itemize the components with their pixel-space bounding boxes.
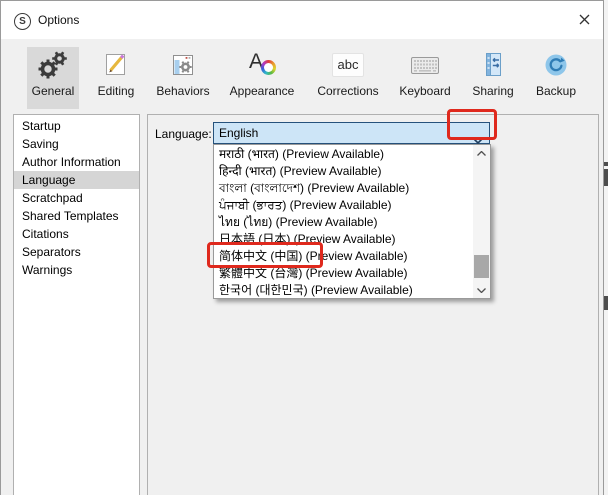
language-option-label: 日本語 (日本) (Preview Available)	[219, 232, 396, 246]
tab-behaviors[interactable]: Behaviors	[150, 47, 216, 109]
sidebar-item-label: Separators	[22, 245, 81, 259]
language-option-label: 한국어 (대한민국) (Preview Available)	[219, 283, 413, 297]
sidebar-item-label: Warnings	[22, 263, 73, 277]
language-option-label: ไทย (ไทย) (Preview Available)	[219, 215, 378, 229]
sidebar-item-label: Shared Templates	[22, 209, 119, 223]
language-option[interactable]: मराठी (भारत) (Preview Available)	[214, 146, 473, 163]
screenshot: S Options General Editing Behaviors A Ap…	[0, 0, 608, 495]
tab-label: Behaviors	[156, 84, 210, 98]
tab-label: Sharing	[472, 84, 514, 98]
tab-label: Corrections	[317, 84, 379, 98]
tab-backup[interactable]: Backup	[527, 47, 585, 109]
sidebar-item[interactable]: Warnings	[14, 261, 139, 279]
sidebar-item[interactable]: Saving	[14, 135, 139, 153]
language-option[interactable]: ਪੰਜਾਬੀ (ਭਾਰਤ) (Preview Available)	[214, 197, 473, 214]
language-combobox[interactable]: English	[213, 122, 490, 145]
circular-arrow-icon	[540, 49, 572, 81]
tab-label: Backup	[535, 84, 577, 98]
letter-color-ring-icon: A	[246, 49, 278, 81]
language-option-list: मराठी (भारत) (Preview Available) हिन्दी …	[214, 146, 473, 299]
tab-label: Editing	[97, 84, 135, 98]
keyboard-icon	[409, 49, 441, 81]
language-option-label: 简体中文 (中国) (Preview Available)	[219, 249, 408, 263]
scrollbar-thumb[interactable]	[474, 255, 489, 278]
tab-editing[interactable]: Editing	[88, 47, 144, 109]
tab-keyboard[interactable]: Keyboard	[393, 47, 457, 109]
gears-icon	[37, 49, 69, 81]
options-dialog: S Options General Editing Behaviors A Ap…	[0, 0, 604, 495]
options-toolbar: General Editing Behaviors A Appearance a…	[1, 39, 603, 114]
language-field-label: Language:	[155, 127, 212, 141]
scroll-up-button[interactable]	[473, 145, 490, 161]
tab-label: General	[31, 84, 75, 98]
language-option[interactable]: ไทย (ไทย) (Preview Available)	[214, 214, 473, 231]
dropdown-scrollbar[interactable]	[473, 145, 490, 298]
sidebar-item[interactable]: Author Information	[14, 153, 139, 171]
sidebar-item-label: Author Information	[22, 155, 121, 169]
language-dropdown-list: मराठी (भारत) (Preview Available) हिन्दी …	[213, 144, 491, 299]
language-option-label: বাংলা (বাংলাদেশ) (Preview Available)	[219, 181, 410, 195]
sidebar-item[interactable]: Startup	[14, 117, 139, 135]
tab-general[interactable]: General	[27, 47, 79, 109]
language-option-label: हिन्दी (भारत) (Preview Available)	[219, 164, 382, 178]
settings-category-list: Startup Saving Author Information Langua…	[13, 114, 140, 495]
chevron-up-icon	[477, 150, 486, 156]
sidebar-item[interactable]: Citations	[14, 225, 139, 243]
language-combobox-value: English	[219, 126, 259, 140]
language-option[interactable]: 简体中文 (中国) (Preview Available)	[214, 248, 473, 265]
app-logo-icon: S	[14, 13, 31, 30]
sidebar-item-label: Startup	[22, 119, 61, 133]
title-bar: S Options	[1, 1, 603, 39]
abc-icon: abc	[332, 49, 364, 81]
language-option[interactable]: हिन्दी (भारत) (Preview Available)	[214, 163, 473, 180]
window-gear-icon	[167, 49, 199, 81]
background-scrollbar-fragment	[604, 162, 608, 166]
binder-arrows-icon	[477, 49, 509, 81]
language-option-label: 繁體中文 (台灣) (Preview Available)	[219, 266, 408, 280]
language-option-label: ਪੰਜਾਬੀ (ਭਾਰਤ) (Preview Available)	[219, 198, 392, 212]
scroll-down-button[interactable]	[473, 282, 490, 298]
sidebar-item-label: Language	[22, 173, 76, 187]
tab-label: Appearance	[229, 84, 295, 98]
sidebar-item-label: Citations	[22, 227, 69, 241]
sidebar-item-label: Saving	[22, 137, 59, 151]
background-scrollbar-fragment	[604, 296, 608, 310]
sidebar-item[interactable]: Scratchpad	[14, 189, 139, 207]
background-scrollbar-fragment	[604, 169, 608, 186]
language-option[interactable]: 繁體中文 (台灣) (Preview Available)	[214, 265, 473, 282]
pencil-page-icon	[100, 49, 132, 81]
sidebar-item[interactable]: Shared Templates	[14, 207, 139, 225]
tab-label: Keyboard	[399, 84, 451, 98]
language-option[interactable]: 한국어 (대한민국) (Preview Available)	[214, 282, 473, 299]
close-button[interactable]	[570, 7, 598, 33]
language-option[interactable]: 日本語 (日本) (Preview Available)	[214, 231, 473, 248]
window-title: Options	[38, 13, 80, 27]
chevron-down-icon	[477, 287, 486, 293]
color-ring-icon	[261, 60, 276, 75]
sidebar-item[interactable]: Separators	[14, 243, 139, 261]
sidebar-item[interactable]: Language	[14, 171, 139, 189]
language-option[interactable]: বাংলা (বাংলাদেশ) (Preview Available)	[214, 180, 473, 197]
close-icon	[579, 13, 590, 28]
tab-appearance[interactable]: A Appearance	[222, 47, 302, 109]
sidebar-item-label: Scratchpad	[22, 191, 83, 205]
tab-corrections[interactable]: abc Corrections	[310, 47, 386, 109]
language-option-label: मराठी (भारत) (Preview Available)	[219, 147, 385, 161]
tab-sharing[interactable]: Sharing	[465, 47, 521, 109]
